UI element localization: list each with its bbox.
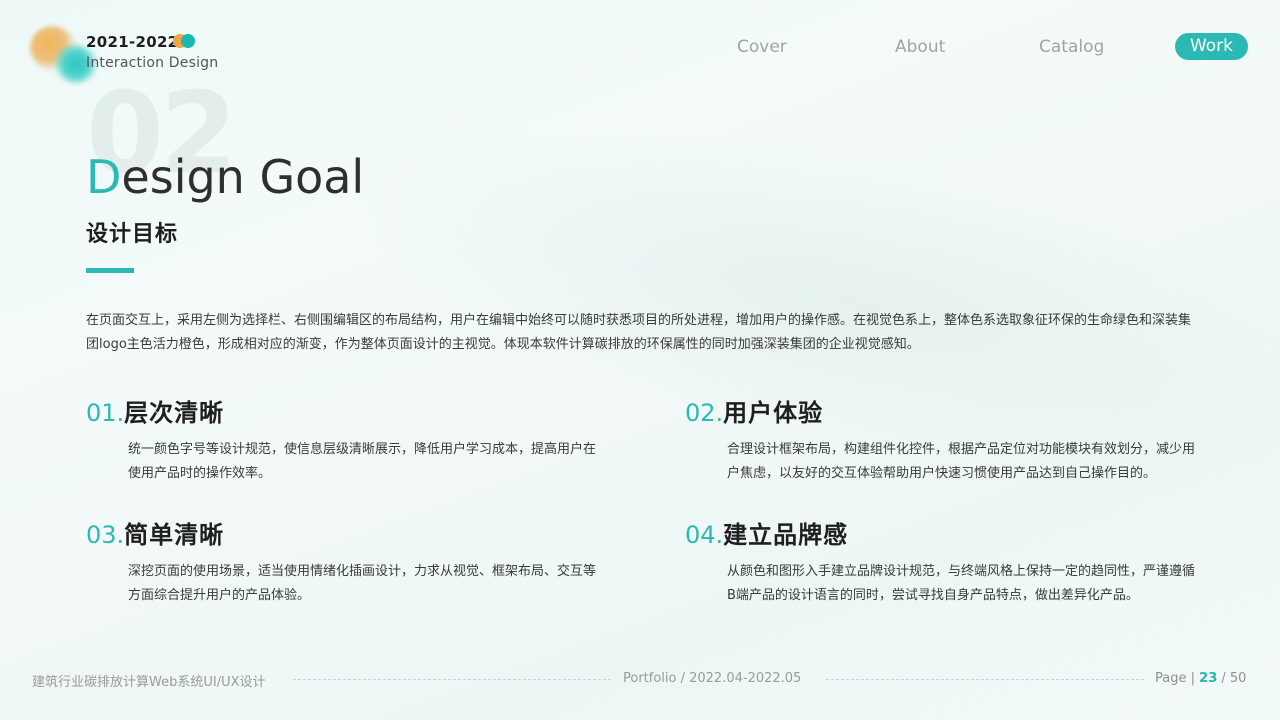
nav-work-active[interactable]: Work <box>1175 33 1248 60</box>
title-underline <box>86 268 134 273</box>
title-rest: esign Goal <box>121 150 365 204</box>
goal-heading: 04.建立品牌感 <box>685 520 1165 550</box>
nav-catalog[interactable]: Catalog <box>1039 37 1104 57</box>
goal-item: 02.用户体验 合理设计框架布局，构建组件化控件，根据产品定位对功能模块有效划分… <box>685 398 1195 486</box>
goal-heading: 03.简单清晰 <box>86 520 566 550</box>
intro-paragraph: 在页面交互上，采用左侧为选择栏、右侧围编辑区的布局结构，用户在编辑中始终可以随时… <box>86 313 1192 352</box>
goal-title: 简单清晰 <box>124 521 225 549</box>
current-page-number: 23 <box>1199 671 1218 686</box>
goal-item: 01.层次清晰 统一颜色字号等设计规范，使信息层级清晰展示，降低用户学习成本，提… <box>86 398 596 486</box>
goal-number: 01. <box>86 399 125 427</box>
goal-title: 层次清晰 <box>124 399 225 427</box>
nav-about[interactable]: About <box>895 37 945 57</box>
footer-divider <box>293 679 611 680</box>
total-pages: / 50 <box>1221 671 1247 686</box>
goal-description: 合理设计框架布局，构建组件化控件，根据产品定位对功能模块有效划分，减少用户焦虑，… <box>727 442 1196 481</box>
brand-year: 2021-2022 <box>86 33 179 51</box>
goal-item: 03.简单清晰 深挖页面的使用场景，适当使用情绪化插画设计，力求从视觉、框架布局… <box>86 520 596 608</box>
goal-title: 用户体验 <box>723 399 824 427</box>
teal-dot-icon <box>181 34 195 48</box>
page-label: Page <box>1155 671 1187 686</box>
brand-dots-icon <box>173 34 197 48</box>
page-subtitle: 设计目标 <box>86 222 179 247</box>
goal-heading: 01.层次清晰 <box>86 398 566 428</box>
goal-description: 从颜色和图形入手建立品牌设计规范，与终端风格上保持一定的趋同性，严谨遵循B端产品… <box>727 564 1196 603</box>
page-title: Design Goal <box>86 154 364 200</box>
footer-project-name: 建筑行业碳排放计算Web系统UI/UX设计 <box>32 675 266 690</box>
goal-item: 04.建立品牌感 从颜色和图形入手建立品牌设计规范，与终端风格上保持一定的趋同性… <box>685 520 1195 608</box>
goal-number: 03. <box>86 521 125 549</box>
footer-page-indicator: Page | 23 / 50 <box>1155 671 1246 686</box>
nav-cover[interactable]: Cover <box>737 37 787 57</box>
goal-title: 建立品牌感 <box>723 521 849 549</box>
title-first-letter: D <box>86 150 122 204</box>
goal-number: 04. <box>685 521 724 549</box>
footer-portfolio-range: Portfolio / 2022.04-2022.05 <box>623 671 802 686</box>
goal-number: 02. <box>685 399 724 427</box>
footer-divider <box>826 679 1144 680</box>
goal-description: 深挖页面的使用场景，适当使用情绪化插画设计，力求从视觉、框架布局、交互等方面综合… <box>128 564 597 603</box>
goal-heading: 02.用户体验 <box>685 398 1165 428</box>
page-separator: | <box>1190 671 1196 686</box>
goal-description: 统一颜色字号等设计规范，使信息层级清晰展示，降低用户学习成本，提高用户在使用产品… <box>128 442 597 481</box>
